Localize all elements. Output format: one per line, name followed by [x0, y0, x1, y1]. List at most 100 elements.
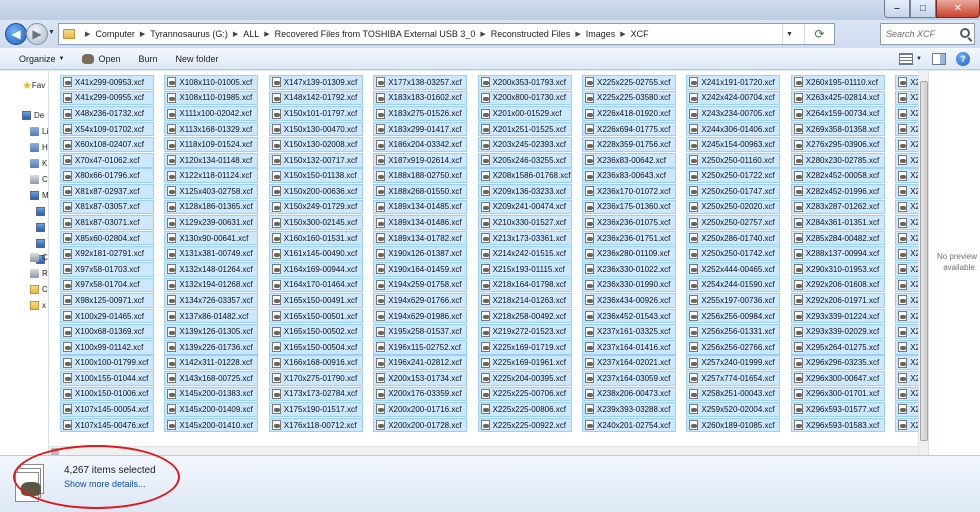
file-item[interactable]: X200x353-01793.xcf: [477, 75, 572, 90]
file-item[interactable]: X41x299-00953.xcf: [60, 75, 154, 90]
file-item[interactable]: X111x100-02042.xcf: [164, 106, 259, 121]
file-item[interactable]: X225x169-01961.xcf: [477, 355, 572, 371]
file-item[interactable]: X250x250-01742.xcf: [686, 246, 781, 262]
breadcrumb-separator[interactable]: ▶: [140, 30, 145, 38]
forward-button[interactable]: ▶: [26, 23, 48, 45]
file-item[interactable]: X122x118-01124.xcf: [164, 168, 259, 184]
file-item[interactable]: X173x173-02784.xcf: [268, 386, 363, 402]
file-item[interactable]: X236x330-01022.xcf: [582, 261, 676, 277]
file-item[interactable]: X296x300-01701.xcf: [790, 386, 885, 402]
breadcrumb-item[interactable]: Images: [586, 29, 616, 39]
search-box[interactable]: Search XCF: [880, 23, 975, 45]
breadcrumb-item[interactable]: XCF: [631, 29, 649, 39]
file-item[interactable]: X214x242-01515.xcf: [477, 246, 572, 262]
file-item[interactable]: X187x919-02614.xcf: [373, 152, 468, 168]
file-item[interactable]: X2: [895, 261, 919, 277]
file-item[interactable]: X2: [895, 152, 919, 168]
file-item[interactable]: X200x800-01730.xcf: [477, 90, 572, 106]
file-item[interactable]: X226x418-01920.xcf: [582, 106, 676, 121]
file-item[interactable]: X2: [895, 121, 919, 137]
file-item[interactable]: X145x200-01409.xcf: [164, 402, 259, 417]
nav-item-recycle-bin[interactable]: R: [30, 269, 48, 278]
file-item[interactable]: X256x256-00984.xcf: [686, 308, 781, 324]
file-item[interactable]: X296x593-01583.xcf: [790, 417, 885, 433]
address-dropdown[interactable]: ▼: [782, 24, 796, 44]
vertical-scrollbar[interactable]: [918, 71, 928, 455]
nav-item-favorites[interactable]: ★ Fav: [22, 79, 45, 92]
file-item[interactable]: X255x197-00736.xcf: [686, 293, 781, 308]
file-item[interactable]: X60x108-02407.xcf: [60, 137, 154, 152]
file-item[interactable]: X2: [895, 90, 919, 106]
nav-item-folder[interactable]: C: [30, 285, 48, 294]
file-item[interactable]: X150x300-02145.xcf: [268, 215, 363, 230]
file-item[interactable]: X147x139-01309.xcf: [268, 75, 363, 90]
file-item[interactable]: X132x148-01264.xcf: [164, 261, 259, 277]
file-item[interactable]: X150x249-01729.xcf: [268, 199, 363, 215]
file-item[interactable]: X70x47-01062.xcf: [60, 152, 154, 168]
breadcrumb-item[interactable]: Computer: [95, 29, 135, 39]
file-item[interactable]: X209x136-03233.xcf: [477, 184, 572, 199]
file-item[interactable]: X80x66-01796.xcf: [60, 168, 154, 184]
file-item[interactable]: X280x230-02785.xcf: [790, 152, 885, 168]
file-item[interactable]: X237x164-02021.xcf: [582, 355, 676, 371]
file-item[interactable]: X290x310-01953.xcf: [790, 261, 885, 277]
file-item[interactable]: X100x150-01006.xcf: [60, 386, 154, 402]
file-item[interactable]: X219x272-01523.xcf: [477, 324, 572, 339]
file-item[interactable]: X2: [895, 370, 919, 386]
file-item[interactable]: X139x126-01305.xcf: [164, 324, 259, 339]
file-item[interactable]: X176x118-00712.xcf: [268, 417, 363, 433]
breadcrumb-item[interactable]: Tyrannosaurus (G:): [150, 29, 228, 39]
file-item[interactable]: X259x520-02004.xcf: [686, 402, 781, 417]
file-item[interactable]: X2: [895, 230, 919, 246]
file-item[interactable]: X225x204-00395.xcf: [477, 370, 572, 386]
file-item[interactable]: X188x268-01550.xcf: [373, 184, 468, 199]
file-item[interactable]: X120x134-01148.xcf: [164, 152, 259, 168]
file-item[interactable]: X250x250-02757.xcf: [686, 215, 781, 230]
file-item[interactable]: X166x168-00916.xcf: [268, 355, 363, 371]
search-icon[interactable]: [960, 28, 970, 38]
file-item[interactable]: X243x234-00705.xcf: [686, 106, 781, 121]
file-item[interactable]: X128x186-01365.xcf: [164, 199, 259, 215]
file-item[interactable]: X100x99-01142.xcf: [60, 339, 154, 355]
file-item[interactable]: X113x168-01329.xcf: [164, 121, 259, 137]
file-item[interactable]: X108x110-01005.xcf: [164, 75, 259, 90]
file-item[interactable]: X194x629-01986.xcf: [373, 308, 468, 324]
close-button[interactable]: ✕: [936, 0, 980, 18]
file-item[interactable]: X107x145-00054.xcf: [60, 402, 154, 417]
file-item[interactable]: X257x240-01999.xcf: [686, 355, 781, 371]
file-item[interactable]: X81x87-03057.xcf: [60, 199, 154, 215]
file-item[interactable]: X264x159-00734.xcf: [790, 106, 885, 121]
file-item[interactable]: X296x296-03235.xcf: [790, 355, 885, 371]
file-item[interactable]: X130x90-00641.xcf: [164, 230, 259, 246]
file-item[interactable]: X236x83-00643.xcf: [582, 168, 676, 184]
file-item[interactable]: X188x188-02750.xcf: [373, 168, 468, 184]
file-item[interactable]: X258x251-00043.xcf: [686, 386, 781, 402]
file-item[interactable]: X196x115-02752.xcf: [373, 339, 468, 355]
file-item[interactable]: X292x206-01971.xcf: [790, 293, 885, 308]
nav-item-folder[interactable]: x: [30, 301, 46, 310]
file-item[interactable]: X282x452-01996.xcf: [790, 184, 885, 199]
file-item[interactable]: X225x225-00806.xcf: [477, 402, 572, 417]
file-item[interactable]: X194x259-01758.xcf: [373, 277, 468, 293]
file-item[interactable]: X196x241-02812.xcf: [373, 355, 468, 371]
scroll-left-button[interactable]: [51, 448, 59, 455]
file-item[interactable]: X250x250-01747.xcf: [686, 184, 781, 199]
file-item[interactable]: X2: [895, 75, 919, 90]
file-item[interactable]: X41x299-00955.xcf: [60, 90, 154, 106]
file-item[interactable]: X183x299-01417.xcf: [373, 121, 468, 137]
file-item[interactable]: X250x250-01722.xcf: [686, 168, 781, 184]
file-item[interactable]: X276x295-03906.xcf: [790, 137, 885, 152]
file-list[interactable]: X41x299-00953.xcf X41x299-00955.xcf X48x23…: [49, 71, 919, 455]
file-item[interactable]: X263x425-02814.xcf: [790, 90, 885, 106]
file-item[interactable]: X2: [895, 215, 919, 230]
file-item[interactable]: X218x164-01798.xcf: [477, 277, 572, 293]
file-item[interactable]: X145x200-01410.xcf: [164, 417, 259, 433]
file-item[interactable]: X132x194-01268.xcf: [164, 277, 259, 293]
nav-item-user[interactable]: K: [30, 159, 47, 168]
file-item[interactable]: X150x130-00470.xcf: [268, 121, 363, 137]
file-item[interactable]: X293x339-01224.xcf: [790, 308, 885, 324]
file-item[interactable]: X165x150-00501.xcf: [268, 308, 363, 324]
file-item[interactable]: X236x170-01072.xcf: [582, 184, 676, 199]
file-item[interactable]: X100x100-01799.xcf: [60, 355, 154, 371]
file-item[interactable]: X97x58-01703.xcf: [60, 261, 154, 277]
